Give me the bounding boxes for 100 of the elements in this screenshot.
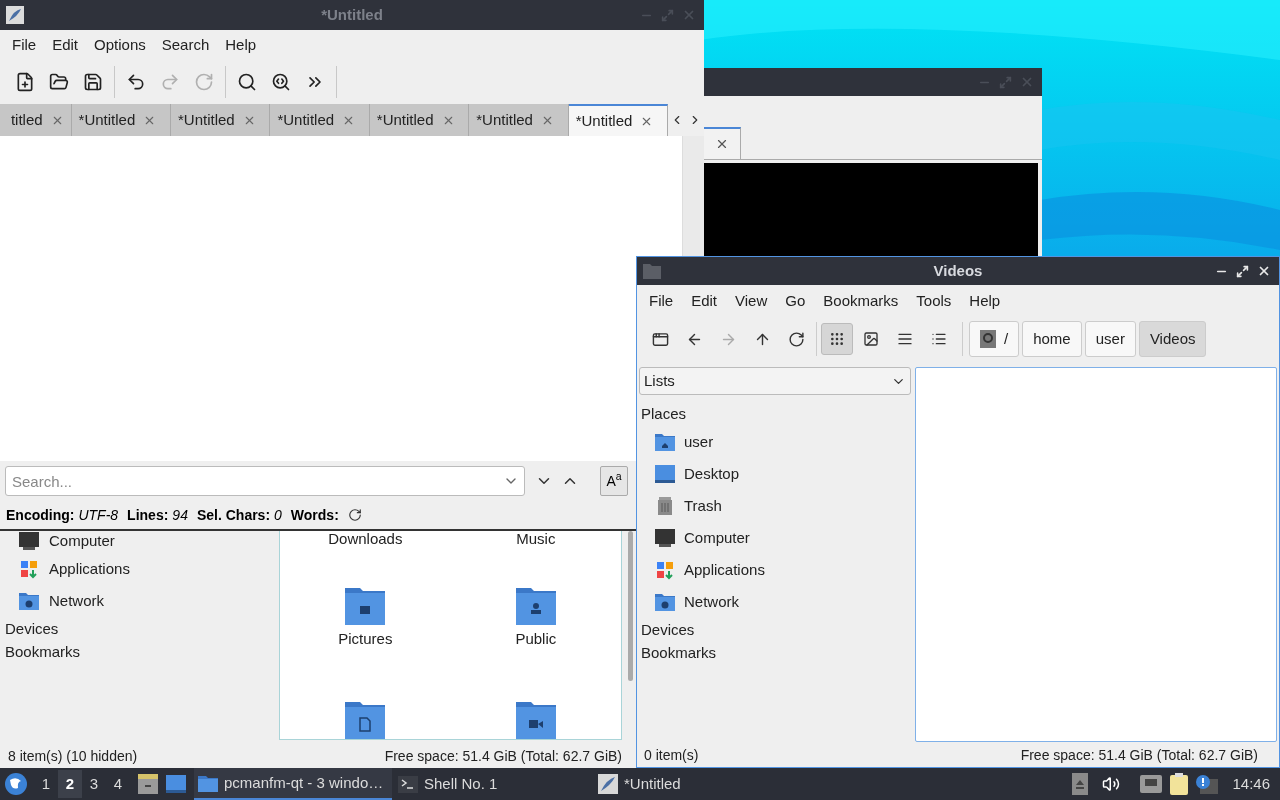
file-name[interactable]: Downloads: [328, 531, 403, 547]
menu-item[interactable]: View: [726, 289, 777, 313]
sidebar-item[interactable]: Applications: [0, 553, 278, 585]
status-text: 8 item(s) (10 hidden): [8, 746, 138, 766]
refresh-icon[interactable]: [347, 508, 362, 522]
open-folder-icon: [49, 72, 69, 92]
window-title: *Untitled: [321, 4, 383, 25]
pictures-folder-icon: [344, 587, 387, 625]
sidebar-item[interactable]: Applications: [639, 554, 913, 586]
menu-item[interactable]: File: [4, 33, 45, 57]
sidebar-heading[interactable]: Places: [639, 402, 913, 426]
search-replace-icon: [271, 72, 291, 92]
home-folder-icon: [654, 432, 676, 452]
menu-item[interactable]: Edit: [682, 289, 727, 313]
status-value: UTF-8: [78, 505, 119, 525]
sidebar-section[interactable]: Devices: [639, 618, 913, 641]
sidebar-item[interactable]: Computer: [0, 531, 278, 551]
notification-icon[interactable]: [1194, 774, 1219, 794]
document-tab[interactable]: titled: [0, 104, 72, 136]
path-button[interactable]: /: [969, 321, 1020, 357]
save-icon: [83, 72, 103, 92]
file-name[interactable]: Public: [515, 631, 557, 647]
clock[interactable]: 14:46: [1232, 772, 1270, 796]
document-tab[interactable]: *Untitled: [270, 104, 370, 136]
task-button[interactable]: pcmanfm-qt - 3 windo…: [194, 768, 392, 800]
menu-item[interactable]: File: [640, 289, 683, 313]
search-field[interactable]: Search...: [5, 466, 525, 496]
path-button[interactable]: user: [1084, 321, 1136, 357]
menu-item[interactable]: Bookmarks: [814, 289, 908, 313]
sidebar-item[interactable]: user: [639, 426, 913, 458]
path-button[interactable]: Videos: [1138, 321, 1207, 357]
applications-icon: [18, 559, 40, 579]
file-cabinet-icon[interactable]: [138, 774, 158, 794]
sidebar-item[interactable]: Trash: [639, 490, 913, 522]
sidebar-item[interactable]: Desktop: [639, 458, 913, 490]
icon-view-button[interactable]: [821, 323, 853, 355]
workspace-button[interactable]: 2: [58, 770, 82, 798]
sidebar-mode-dropdown[interactable]: Lists: [639, 367, 911, 395]
workspace-button[interactable]: 4: [106, 770, 130, 798]
desktop-icon: [654, 464, 676, 484]
menu-item[interactable]: Options: [86, 33, 154, 57]
applications-icon: [654, 560, 676, 580]
status-text: 0 item(s): [644, 745, 699, 765]
status-label: Encoding:: [6, 505, 75, 525]
file-name[interactable]: Pictures: [338, 631, 393, 647]
free-space-text: Free space: 51.4 GiB (Total: 62.7 GiB): [384, 746, 622, 766]
status-value: 0: [274, 505, 282, 525]
drive-icon: [980, 330, 996, 348]
workspace-button[interactable]: 1: [34, 770, 58, 798]
public-folder-icon: [514, 587, 557, 625]
maximize-icon[interactable]: [1236, 264, 1249, 278]
menu-item[interactable]: Help: [960, 289, 1010, 313]
document-tab[interactable]: *Untitled: [568, 104, 669, 136]
menu-item[interactable]: Help: [217, 33, 265, 57]
clipboard-icon[interactable]: [1170, 773, 1189, 795]
match-case-button[interactable]: A$^{a}$: [600, 466, 628, 496]
eject-icon[interactable]: [1072, 773, 1089, 795]
network-icon[interactable]: [1140, 775, 1163, 793]
computer-icon: [654, 528, 676, 548]
free-space-text: Free space: 51.4 GiB (Total: 62.7 GiB): [1020, 745, 1258, 765]
sidebar-item[interactable]: Network: [0, 585, 278, 617]
undo-icon: [126, 72, 146, 92]
volume-icon[interactable]: [1102, 775, 1121, 793]
document-tab[interactable]: *Untitled: [171, 104, 271, 136]
detailed-view-icon: [931, 331, 947, 347]
folder-icon: [198, 774, 218, 792]
window-title: Videos: [933, 260, 983, 281]
sidebar-item[interactable]: Computer: [639, 522, 913, 554]
menu-item[interactable]: Go: [776, 289, 815, 313]
close-icon[interactable]: [1257, 264, 1271, 278]
compact-view-icon: [897, 331, 913, 347]
new-tab-icon: [651, 330, 669, 348]
network-folder-icon: [654, 592, 676, 612]
sidebar-section[interactable]: Bookmarks: [639, 641, 913, 664]
close-tab-icon[interactable]: [715, 137, 729, 151]
documents-folder-icon: [344, 701, 387, 739]
task-button[interactable]: Shell No. 1: [394, 768, 592, 800]
menu-item[interactable]: Edit: [44, 33, 87, 57]
path-button[interactable]: home: [1022, 321, 1082, 357]
menu-item[interactable]: Tools: [907, 289, 961, 313]
status-label: Sel. Chars:: [196, 505, 271, 525]
sidebar-section[interactable]: Devices: [0, 617, 278, 640]
new-file-icon: [15, 72, 35, 92]
search-icon: [237, 72, 257, 92]
menu-item[interactable]: Search: [153, 33, 218, 57]
task-button[interactable]: *Untitled: [594, 768, 792, 800]
document-tab[interactable]: *Untitled: [369, 104, 470, 136]
folder-icon: [643, 263, 661, 279]
document-tab[interactable]: *Untitled: [71, 104, 171, 136]
sidebar-section[interactable]: Bookmarks: [0, 640, 278, 663]
sidebar-item[interactable]: Network: [639, 586, 913, 618]
workspace-button[interactable]: 3: [82, 770, 106, 798]
file-name[interactable]: Music: [516, 531, 556, 547]
status-label: Words:: [290, 505, 339, 525]
editor-app-icon: [598, 774, 618, 794]
start-menu-icon[interactable]: [4, 772, 28, 796]
editor-app-icon: [6, 6, 24, 24]
status-label: Lines:: [127, 505, 169, 525]
thumbnail-view-icon: [863, 331, 879, 347]
document-tab[interactable]: *Untitled: [469, 104, 569, 136]
